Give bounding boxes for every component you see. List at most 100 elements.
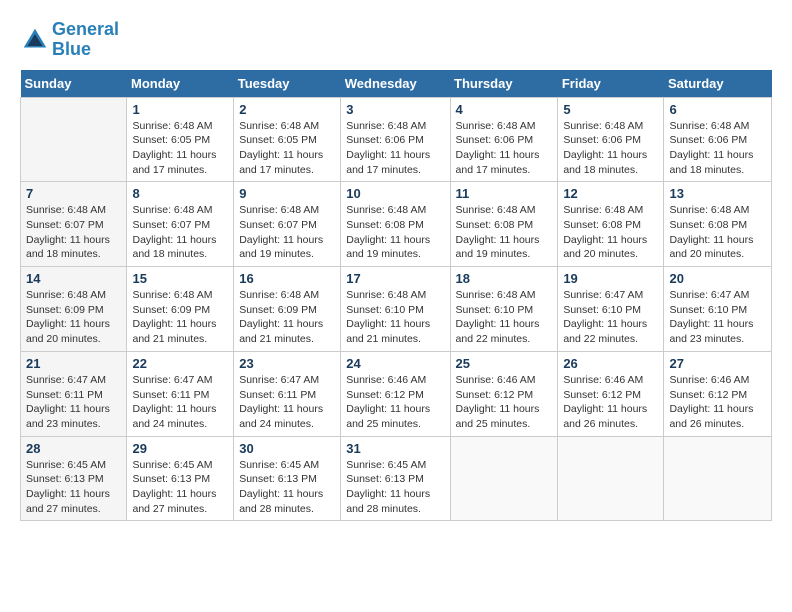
day-cell bbox=[664, 436, 772, 521]
day-cell: 5 Sunrise: 6:48 AMSunset: 6:06 PMDaylight… bbox=[558, 97, 664, 182]
day-cell: 2 Sunrise: 6:48 AMSunset: 6:05 PMDaylight… bbox=[234, 97, 341, 182]
day-number: 2 bbox=[239, 102, 335, 117]
logo: General Blue bbox=[20, 20, 119, 60]
day-cell: 29Sunrise: 6:45 AMSunset: 6:13 PMDayligh… bbox=[127, 436, 234, 521]
day-info: Sunrise: 6:48 AMSunset: 6:10 PMDaylight:… bbox=[456, 288, 553, 347]
day-cell: 17Sunrise: 6:48 AMSunset: 6:10 PMDayligh… bbox=[341, 267, 450, 352]
day-number: 31 bbox=[346, 441, 444, 456]
day-number: 13 bbox=[669, 186, 766, 201]
day-info: Sunrise: 6:45 AMSunset: 6:13 PMDaylight:… bbox=[239, 458, 335, 517]
day-info: Sunrise: 6:46 AMSunset: 6:12 PMDaylight:… bbox=[346, 373, 444, 432]
day-cell: 30 Sunrise: 6:45 AMSunset: 6:13 PMDayligh… bbox=[234, 436, 341, 521]
day-cell: 22 Sunrise: 6:47 AMSunset: 6:11 PMDayligh… bbox=[127, 351, 234, 436]
day-cell: 10 Sunrise: 6:48 AMSunset: 6:08 PMDayligh… bbox=[341, 182, 450, 267]
day-cell: 24Sunrise: 6:46 AMSunset: 6:12 PMDayligh… bbox=[341, 351, 450, 436]
day-info: Sunrise: 6:48 AMSunset: 6:10 PMDaylight:… bbox=[346, 288, 444, 347]
day-number: 19 bbox=[563, 271, 658, 286]
day-info: Sunrise: 6:48 AMSunset: 6:09 PMDaylight:… bbox=[26, 288, 121, 347]
day-cell bbox=[450, 436, 558, 521]
day-cell: 20 Sunrise: 6:47 AMSunset: 6:10 PMDayligh… bbox=[664, 267, 772, 352]
day-info: Sunrise: 6:48 AMSunset: 6:08 PMDaylight:… bbox=[456, 203, 553, 262]
day-number: 21 bbox=[26, 356, 121, 371]
day-cell: 28 Sunrise: 6:45 AMSunset: 6:13 PMDayligh… bbox=[21, 436, 127, 521]
day-cell bbox=[21, 97, 127, 182]
day-info: Sunrise: 6:48 AMSunset: 6:08 PMDaylight:… bbox=[669, 203, 766, 262]
day-cell: 9 Sunrise: 6:48 AMSunset: 6:07 PMDaylight… bbox=[234, 182, 341, 267]
header-friday: Friday bbox=[558, 70, 664, 98]
day-cell: 31Sunrise: 6:45 AMSunset: 6:13 PMDayligh… bbox=[341, 436, 450, 521]
day-number: 30 bbox=[239, 441, 335, 456]
day-cell: 8Sunrise: 6:48 AMSunset: 6:07 PMDaylight… bbox=[127, 182, 234, 267]
day-number: 28 bbox=[26, 441, 121, 456]
day-number: 8 bbox=[132, 186, 228, 201]
day-cell: 21 Sunrise: 6:47 AMSunset: 6:11 PMDayligh… bbox=[21, 351, 127, 436]
logo-icon bbox=[20, 25, 50, 55]
day-cell: 11 Sunrise: 6:48 AMSunset: 6:08 PMDayligh… bbox=[450, 182, 558, 267]
header-tuesday: Tuesday bbox=[234, 70, 341, 98]
day-info: Sunrise: 6:48 AMSunset: 6:08 PMDaylight:… bbox=[563, 203, 658, 262]
day-info: Sunrise: 6:47 AMSunset: 6:10 PMDaylight:… bbox=[563, 288, 658, 347]
day-info: Sunrise: 6:48 AMSunset: 6:06 PMDaylight:… bbox=[456, 119, 553, 178]
day-number: 5 bbox=[563, 102, 658, 117]
day-info: Sunrise: 6:48 AMSunset: 6:09 PMDaylight:… bbox=[239, 288, 335, 347]
day-number: 20 bbox=[669, 271, 766, 286]
header-saturday: Saturday bbox=[664, 70, 772, 98]
day-number: 1 bbox=[132, 102, 228, 117]
day-number: 3 bbox=[346, 102, 444, 117]
day-number: 18 bbox=[456, 271, 553, 286]
day-info: Sunrise: 6:45 AMSunset: 6:13 PMDaylight:… bbox=[26, 458, 121, 517]
week-row-2: 7Sunrise: 6:48 AMSunset: 6:07 PMDaylight… bbox=[21, 182, 772, 267]
week-row-1: 1 Sunrise: 6:48 AMSunset: 6:05 PMDaylight… bbox=[21, 97, 772, 182]
day-cell: 23 Sunrise: 6:47 AMSunset: 6:11 PMDayligh… bbox=[234, 351, 341, 436]
day-info: Sunrise: 6:48 AMSunset: 6:06 PMDaylight:… bbox=[346, 119, 444, 178]
week-row-3: 14 Sunrise: 6:48 AMSunset: 6:09 PMDayligh… bbox=[21, 267, 772, 352]
day-number: 4 bbox=[456, 102, 553, 117]
day-info: Sunrise: 6:48 AMSunset: 6:06 PMDaylight:… bbox=[563, 119, 658, 178]
day-number: 27 bbox=[669, 356, 766, 371]
day-number: 12 bbox=[563, 186, 658, 201]
header-sunday: Sunday bbox=[21, 70, 127, 98]
day-info: Sunrise: 6:46 AMSunset: 6:12 PMDaylight:… bbox=[563, 373, 658, 432]
day-number: 11 bbox=[456, 186, 553, 201]
day-cell: 14 Sunrise: 6:48 AMSunset: 6:09 PMDayligh… bbox=[21, 267, 127, 352]
day-number: 14 bbox=[26, 271, 121, 286]
day-number: 15 bbox=[132, 271, 228, 286]
header-monday: Monday bbox=[127, 70, 234, 98]
day-cell: 12 Sunrise: 6:48 AMSunset: 6:08 PMDayligh… bbox=[558, 182, 664, 267]
day-cell bbox=[558, 436, 664, 521]
day-number: 23 bbox=[239, 356, 335, 371]
day-cell: 27 Sunrise: 6:46 AMSunset: 6:12 PMDayligh… bbox=[664, 351, 772, 436]
calendar-header-row: SundayMondayTuesdayWednesdayThursdayFrid… bbox=[21, 70, 772, 98]
day-number: 22 bbox=[132, 356, 228, 371]
day-number: 9 bbox=[239, 186, 335, 201]
day-number: 6 bbox=[669, 102, 766, 117]
day-info: Sunrise: 6:46 AMSunset: 6:12 PMDaylight:… bbox=[669, 373, 766, 432]
calendar-table: SundayMondayTuesdayWednesdayThursdayFrid… bbox=[20, 70, 772, 522]
day-cell: 18 Sunrise: 6:48 AMSunset: 6:10 PMDayligh… bbox=[450, 267, 558, 352]
week-row-5: 28 Sunrise: 6:45 AMSunset: 6:13 PMDayligh… bbox=[21, 436, 772, 521]
day-info: Sunrise: 6:48 AMSunset: 6:08 PMDaylight:… bbox=[346, 203, 444, 262]
day-info: Sunrise: 6:45 AMSunset: 6:13 PMDaylight:… bbox=[132, 458, 228, 517]
day-info: Sunrise: 6:47 AMSunset: 6:11 PMDaylight:… bbox=[26, 373, 121, 432]
week-row-4: 21 Sunrise: 6:47 AMSunset: 6:11 PMDayligh… bbox=[21, 351, 772, 436]
day-cell: 3 Sunrise: 6:48 AMSunset: 6:06 PMDaylight… bbox=[341, 97, 450, 182]
day-info: Sunrise: 6:47 AMSunset: 6:11 PMDaylight:… bbox=[239, 373, 335, 432]
day-cell: 4 Sunrise: 6:48 AMSunset: 6:06 PMDaylight… bbox=[450, 97, 558, 182]
header-thursday: Thursday bbox=[450, 70, 558, 98]
day-info: Sunrise: 6:48 AMSunset: 6:07 PMDaylight:… bbox=[239, 203, 335, 262]
day-cell: 7Sunrise: 6:48 AMSunset: 6:07 PMDaylight… bbox=[21, 182, 127, 267]
day-cell: 15Sunrise: 6:48 AMSunset: 6:09 PMDayligh… bbox=[127, 267, 234, 352]
day-cell: 19 Sunrise: 6:47 AMSunset: 6:10 PMDayligh… bbox=[558, 267, 664, 352]
day-info: Sunrise: 6:48 AMSunset: 6:07 PMDaylight:… bbox=[26, 203, 121, 262]
day-number: 10 bbox=[346, 186, 444, 201]
day-info: Sunrise: 6:48 AMSunset: 6:06 PMDaylight:… bbox=[669, 119, 766, 178]
day-cell: 25Sunrise: 6:46 AMSunset: 6:12 PMDayligh… bbox=[450, 351, 558, 436]
day-cell: 16Sunrise: 6:48 AMSunset: 6:09 PMDayligh… bbox=[234, 267, 341, 352]
day-number: 25 bbox=[456, 356, 553, 371]
day-info: Sunrise: 6:47 AMSunset: 6:11 PMDaylight:… bbox=[132, 373, 228, 432]
day-info: Sunrise: 6:48 AMSunset: 6:05 PMDaylight:… bbox=[239, 119, 335, 178]
header-wednesday: Wednesday bbox=[341, 70, 450, 98]
day-info: Sunrise: 6:47 AMSunset: 6:10 PMDaylight:… bbox=[669, 288, 766, 347]
day-cell: 6 Sunrise: 6:48 AMSunset: 6:06 PMDaylight… bbox=[664, 97, 772, 182]
day-cell: 1Sunrise: 6:48 AMSunset: 6:05 PMDaylight… bbox=[127, 97, 234, 182]
